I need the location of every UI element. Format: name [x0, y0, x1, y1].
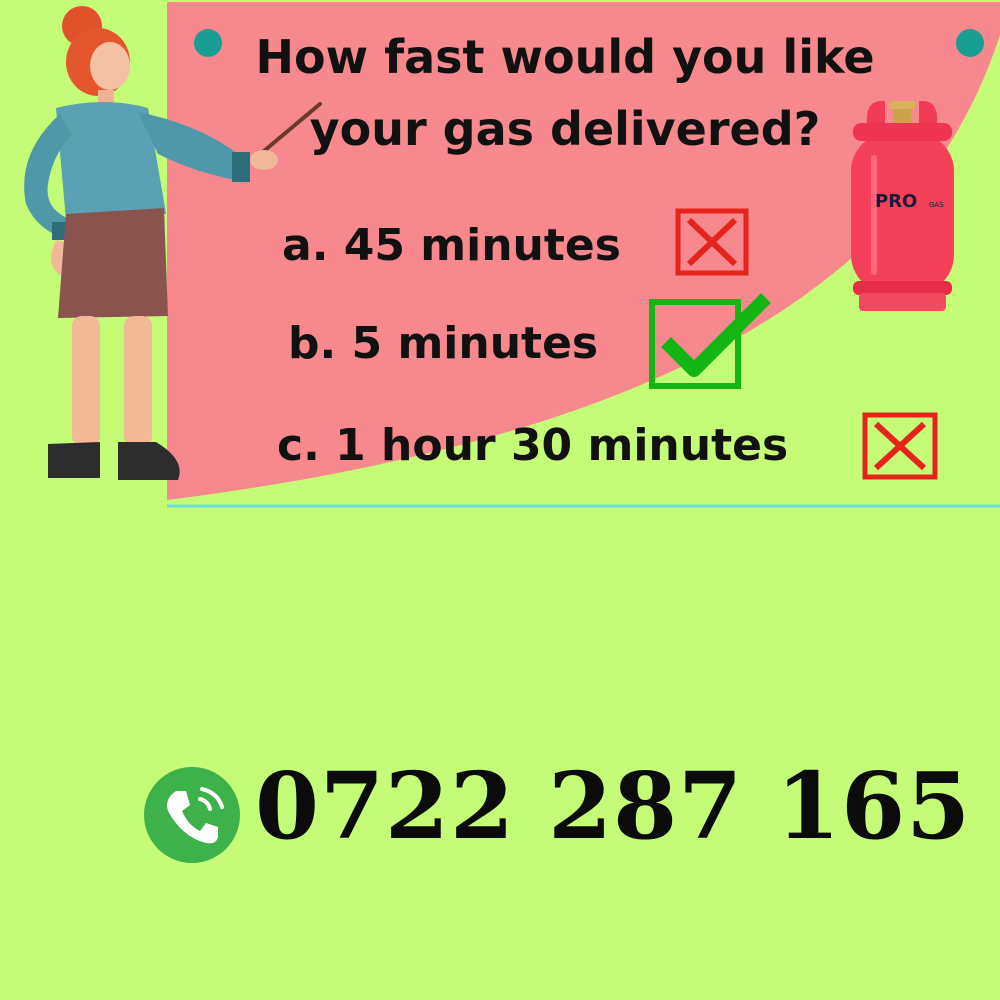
option-c[interactable]: c. 1 hour 30 minutes [277, 420, 788, 471]
cross-icon [675, 208, 749, 276]
phone-number[interactable]: 0722 287 165 [255, 752, 971, 860]
cross-icon [862, 412, 938, 480]
option-a[interactable]: a. 45 minutes [282, 220, 621, 271]
pin-right [956, 29, 984, 57]
gas-cylinder-image: PRO GAS [851, 101, 954, 311]
cylinder-brand: PRO [875, 191, 917, 212]
cylinder-brand-suffix: GAS [929, 201, 944, 209]
phone-icon[interactable] [142, 765, 242, 865]
check-icon [649, 293, 771, 389]
option-b[interactable]: b. 5 minutes [288, 318, 598, 369]
teacher-illustration [24, 6, 322, 480]
